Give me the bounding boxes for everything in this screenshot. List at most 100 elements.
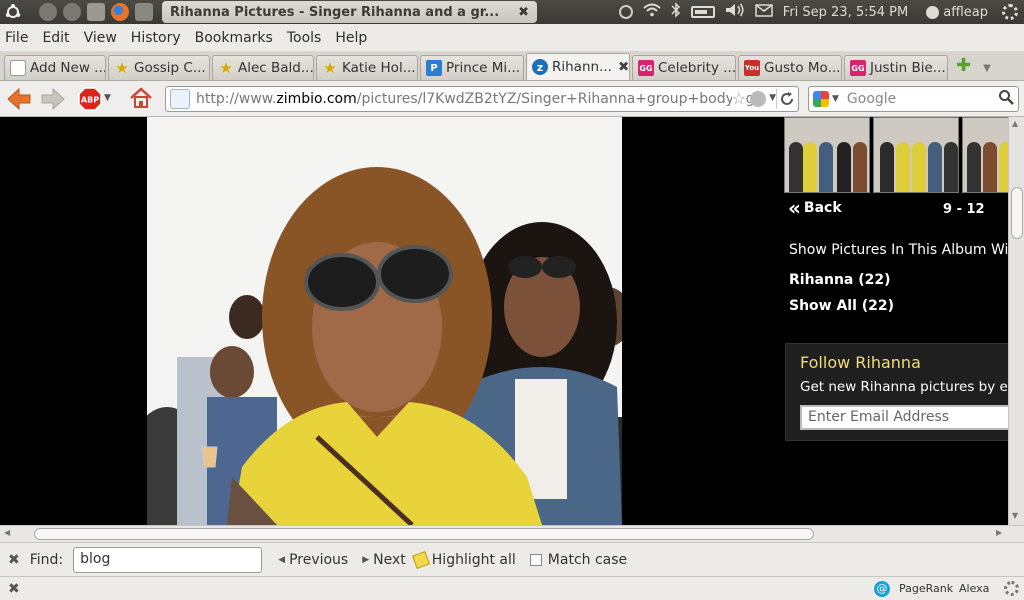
mail-icon[interactable] xyxy=(755,3,773,21)
url-prefix: http://www. xyxy=(196,91,277,107)
new-tab-button[interactable]: ✚ xyxy=(956,55,971,76)
battery-icon[interactable] xyxy=(690,6,715,18)
search-input[interactable]: Google xyxy=(847,91,896,107)
status-close-icon[interactable]: ✖ xyxy=(8,581,20,597)
main-photo[interactable] xyxy=(147,117,622,525)
triangle-right-icon: ▶ xyxy=(362,554,370,565)
next-label: Next xyxy=(373,551,406,568)
tab-celebrity[interactable]: GG Celebrity ... xyxy=(632,55,736,80)
forward-button[interactable] xyxy=(40,87,66,111)
tab-prince[interactable]: P Prince Mi... xyxy=(420,55,524,80)
power-icon[interactable] xyxy=(618,5,633,19)
menu-history[interactable]: History xyxy=(131,30,181,46)
album-sidebar: « Back 9 - 12 Show Pictures In This Albu… xyxy=(784,117,1008,525)
triangle-left-icon: ◀ xyxy=(278,554,286,565)
filter-show-all-link[interactable]: Show All (22) xyxy=(789,298,894,314)
settings-gear-icon[interactable] xyxy=(1004,581,1019,596)
user-status-icon xyxy=(926,5,940,19)
follow-title: Follow Rihanna xyxy=(800,353,921,372)
menu-help[interactable]: Help xyxy=(335,30,367,46)
editor-icon[interactable] xyxy=(87,3,105,21)
back-button[interactable] xyxy=(6,87,32,111)
menu-bookmarks[interactable]: Bookmarks xyxy=(195,30,273,46)
firefox-icon[interactable] xyxy=(111,3,129,21)
horizontal-scroll-thumb[interactable] xyxy=(34,528,814,540)
search-engine-dropdown-icon[interactable]: ▼ xyxy=(832,94,839,104)
gg-icon: GG xyxy=(638,60,654,76)
launcher-icon[interactable] xyxy=(39,3,57,21)
bluetooth-icon[interactable] xyxy=(671,2,681,22)
url-bar[interactable]: http://www. zimbio.com/pictures/l7KwdZB2t… xyxy=(165,86,799,112)
photo-illustration xyxy=(147,117,622,525)
email-field[interactable]: Enter Email Address xyxy=(800,405,1008,430)
tab-strip: Add New ... ★ Gossip C... ★ Alec Bald...… xyxy=(0,51,1024,81)
previous-button[interactable]: ◀ Previous xyxy=(278,552,348,568)
reload-button[interactable] xyxy=(776,89,796,109)
alexa-label[interactable]: Alexa xyxy=(959,582,989,595)
tab-label: Alec Bald... xyxy=(238,60,314,76)
site-identity-icon[interactable] xyxy=(170,89,190,109)
filter-rihanna-link[interactable]: Rihanna (22) xyxy=(789,272,891,288)
vertical-scroll-thumb[interactable] xyxy=(1011,187,1023,239)
p-icon: P xyxy=(426,60,442,76)
tab-rihanna[interactable]: z Rihann... ✖ xyxy=(526,53,630,80)
scroll-left-icon[interactable]: ◀ xyxy=(4,528,10,537)
follow-description: Get new Rihanna pictures by em xyxy=(800,379,1008,395)
tab-gusto[interactable]: You Gusto Mo... xyxy=(738,55,842,80)
thumbnail-1[interactable] xyxy=(784,117,870,193)
tab-label: Celebrity ... xyxy=(658,60,736,76)
thumbnail-2[interactable] xyxy=(873,117,959,193)
next-button[interactable]: ▶ Next xyxy=(362,552,406,568)
tab-list-chevron-icon[interactable]: ▼ xyxy=(983,63,991,74)
tab-alec[interactable]: ★ Alec Bald... xyxy=(212,55,314,80)
status-bar: ✖ @ PageRank Alexa xyxy=(0,576,1024,600)
session-gear-icon[interactable] xyxy=(1002,4,1018,20)
wifi-icon[interactable] xyxy=(643,3,661,21)
adblock-icon[interactable]: ABP xyxy=(78,87,102,111)
back-link[interactable]: « Back xyxy=(788,198,842,218)
tab-close-button[interactable]: ✖ xyxy=(612,59,629,75)
menu-edit[interactable]: Edit xyxy=(42,30,69,46)
tab-gossip[interactable]: ★ Gossip C... xyxy=(108,55,210,80)
clock[interactable]: Fri Sep 23, 5:54 PM xyxy=(783,5,908,20)
window-title[interactable]: Rihanna Pictures - Singer Rihanna and a … xyxy=(162,1,537,23)
scroll-right-icon[interactable]: ▶ xyxy=(996,528,1002,537)
volume-icon[interactable] xyxy=(725,3,745,21)
tab-label: Prince Mi... xyxy=(446,60,521,76)
youtube-icon: You xyxy=(744,60,760,76)
scroll-up-icon[interactable]: ▲ xyxy=(1012,119,1018,128)
bookmark-star-icon[interactable]: ☆ xyxy=(731,89,746,108)
show-pictures-heading: Show Pictures In This Album With: xyxy=(789,242,1008,258)
pagerank-label[interactable]: PageRank xyxy=(899,582,953,595)
tab-add-new[interactable]: Add New ... xyxy=(4,55,106,80)
search-icon[interactable] xyxy=(998,89,1014,109)
thumbnail-3[interactable] xyxy=(962,117,1008,193)
menu-bar: File Edit View History Bookmarks Tools H… xyxy=(0,24,1024,51)
google-icon[interactable] xyxy=(813,91,829,107)
adblock-dropdown-icon[interactable]: ▼ xyxy=(104,93,111,103)
addon-at-icon[interactable]: @ xyxy=(874,581,890,597)
find-close-icon[interactable]: ✖ xyxy=(8,552,20,568)
tab-katie[interactable]: ★ Katie Hol... xyxy=(316,55,418,80)
menu-tools[interactable]: Tools xyxy=(287,30,322,46)
tab-justin[interactable]: GG Justin Bie... xyxy=(844,55,948,80)
scroll-down-icon[interactable]: ▼ xyxy=(1012,511,1018,520)
tab-label: Gusto Mo... xyxy=(764,60,841,76)
url-dropdown-icon[interactable]: ▼ xyxy=(769,93,776,103)
window-close-button[interactable]: ✖ xyxy=(512,5,529,20)
page-icon[interactable] xyxy=(750,91,766,107)
highlight-all-button[interactable]: Highlight all xyxy=(411,550,516,569)
find-input[interactable]: blog xyxy=(73,546,263,573)
search-bar[interactable]: ▼ Google xyxy=(808,86,1019,112)
menu-file[interactable]: File xyxy=(5,30,28,46)
launcher-icon[interactable] xyxy=(63,3,81,21)
menu-view[interactable]: View xyxy=(84,30,117,46)
app-icon[interactable] xyxy=(135,3,153,21)
user-menu[interactable]: affleap xyxy=(926,5,988,20)
zimbio-icon: z xyxy=(532,59,548,75)
horizontal-scrollbar[interactable]: ◀ ▶ xyxy=(0,525,1024,542)
match-case-checkbox[interactable]: Match case xyxy=(529,552,627,568)
home-button[interactable] xyxy=(128,86,154,110)
ubuntu-logo-icon[interactable] xyxy=(4,3,22,21)
vertical-scrollbar[interactable]: ▲ ▼ xyxy=(1008,117,1024,525)
